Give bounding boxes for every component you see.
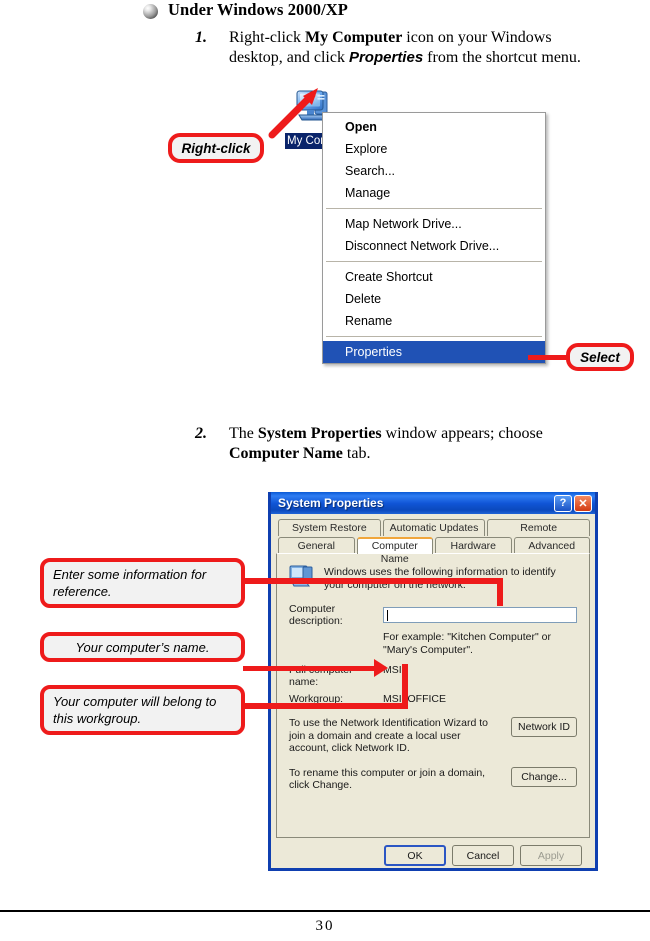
system-properties-dialog: System Properties ? ✕ System Restore Aut… bbox=[268, 492, 598, 871]
computer-description-hint: For example: "Kitchen Computer" or "Mary… bbox=[383, 631, 551, 656]
tab-automatic-updates[interactable]: Automatic Updates bbox=[382, 519, 486, 536]
close-icon[interactable]: ✕ bbox=[574, 494, 592, 512]
menu-item-explore[interactable]: Explore bbox=[323, 138, 545, 160]
dialog-body: System Restore Automatic Updates Remote … bbox=[271, 514, 595, 866]
change-row: To rename this computer or join a domain… bbox=[289, 766, 577, 792]
step-2-number: 2. bbox=[195, 425, 207, 442]
change-button[interactable]: Change... bbox=[511, 766, 577, 787]
step-2-text: The System Properties window appears; ch… bbox=[229, 424, 595, 464]
network-id-text: To use the Network Identification Wizard… bbox=[289, 717, 489, 754]
tab-hardware[interactable]: Hardware bbox=[435, 537, 512, 554]
menu-item-rename[interactable]: Rename bbox=[323, 310, 545, 332]
name-connector-line bbox=[243, 666, 378, 671]
apply-button: Apply bbox=[520, 845, 582, 866]
menu-item-open[interactable]: Open bbox=[323, 116, 545, 138]
context-menu[interactable]: Open Explore Search... Manage Map Networ… bbox=[322, 112, 546, 364]
tab-system-restore[interactable]: System Restore bbox=[278, 519, 381, 536]
tab-general[interactable]: General bbox=[278, 537, 355, 554]
menu-separator-3 bbox=[326, 336, 542, 337]
computer-name-tab-panel: Windows uses the following information t… bbox=[276, 553, 590, 838]
select-connector-line bbox=[528, 355, 568, 360]
step-2-bold-computer-name: Computer Name bbox=[229, 445, 343, 462]
change-text: To rename this computer or join a domain… bbox=[289, 766, 486, 792]
footer-divider bbox=[0, 910, 650, 912]
menu-separator-2 bbox=[326, 261, 542, 262]
dialog-title: System Properties bbox=[278, 496, 384, 510]
text-caret bbox=[387, 610, 388, 621]
step-2: 2. The System Properties window appears;… bbox=[195, 424, 595, 464]
tab-row-upper: System Restore Automatic Updates Remote bbox=[276, 519, 591, 536]
workgroup-connector-horizontal bbox=[243, 703, 408, 709]
menu-item-create-shortcut[interactable]: Create Shortcut bbox=[323, 266, 545, 288]
tab-remote[interactable]: Remote bbox=[487, 519, 591, 536]
step-2-part3: tab. bbox=[342, 445, 371, 462]
tab-advanced[interactable]: Advanced bbox=[513, 537, 590, 554]
dialog-titlebar: System Properties ? ✕ bbox=[271, 492, 595, 514]
step-2-part2: window appears; choose bbox=[381, 425, 543, 442]
description-connector-horizontal bbox=[243, 578, 503, 584]
menu-separator-1 bbox=[326, 208, 542, 209]
menu-item-manage[interactable]: Manage bbox=[323, 182, 545, 204]
dialog-button-bar: OK Cancel Apply bbox=[276, 838, 590, 866]
help-button[interactable]: ? bbox=[554, 494, 572, 512]
tab-row-lower: General Computer Name Hardware Advanced bbox=[276, 537, 590, 565]
name-connector-arrow bbox=[374, 659, 388, 677]
menu-item-delete[interactable]: Delete bbox=[323, 288, 545, 310]
cancel-button[interactable]: Cancel bbox=[452, 845, 514, 866]
network-id-row: To use the Network Identification Wizard… bbox=[289, 717, 577, 755]
step-2-part1: The bbox=[229, 425, 258, 442]
computer-description-input[interactable] bbox=[383, 607, 577, 623]
menu-item-map-network-drive[interactable]: Map Network Drive... bbox=[323, 213, 545, 235]
menu-item-disconnect-network-drive[interactable]: Disconnect Network Drive... bbox=[323, 235, 545, 257]
computer-description-label: Computer description: bbox=[289, 603, 343, 627]
page-number: 30 bbox=[315, 918, 335, 934]
computer-description-row: Computer description: bbox=[289, 603, 577, 627]
tab-computer-name[interactable]: Computer Name bbox=[356, 537, 433, 565]
step-2-bold-system-properties: System Properties bbox=[257, 425, 382, 442]
callout-select: Select bbox=[566, 343, 634, 371]
workgroup-connector-vertical bbox=[402, 664, 408, 709]
description-connector-vertical bbox=[497, 578, 503, 606]
callout-computer-name: Your computer’s name. bbox=[40, 632, 245, 662]
callout-computer-description: Enter some information for reference. bbox=[40, 558, 245, 608]
ok-button[interactable]: OK bbox=[384, 845, 446, 866]
callout-workgroup: Your computer will belong to this workgr… bbox=[40, 685, 245, 735]
callout-right-click: Right-click bbox=[168, 133, 264, 163]
computer-network-icon bbox=[289, 565, 313, 587]
menu-item-search[interactable]: Search... bbox=[323, 160, 545, 182]
network-id-button[interactable]: Network ID bbox=[511, 717, 577, 737]
menu-item-properties[interactable]: Properties bbox=[323, 341, 545, 363]
desktop-screenshot: My Com Open Explore Search... Manage Map… bbox=[0, 0, 650, 400]
